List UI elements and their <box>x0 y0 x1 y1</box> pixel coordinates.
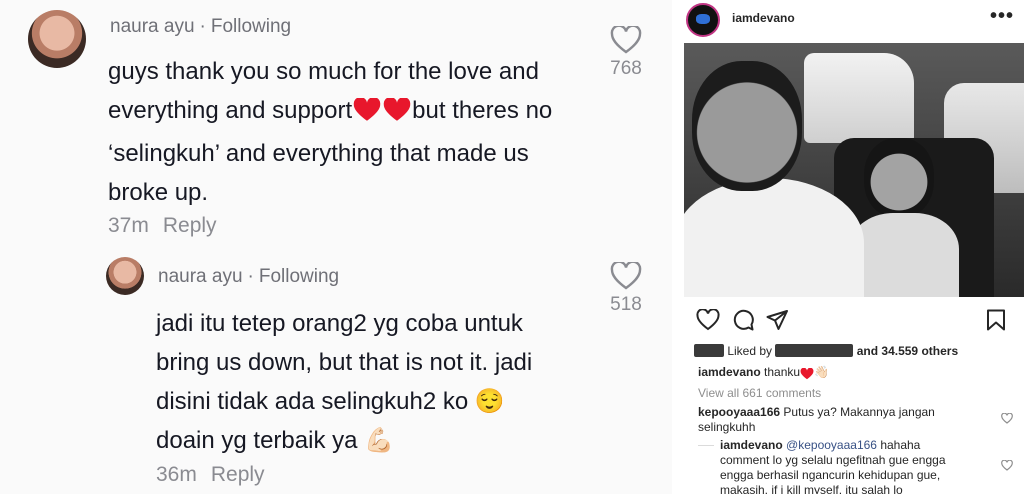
comment-line: disini tidak ada selingkuh2 ko 😌 <box>156 388 505 415</box>
comment-text: jadi itu tetep orang2 yg coba untuk brin… <box>156 304 596 460</box>
person-head <box>864 138 934 218</box>
redacted-username <box>775 344 854 357</box>
like-count: 768 <box>610 58 642 79</box>
mention-link[interactable]: @kepooyaaa166 <box>786 438 877 452</box>
share-icon[interactable] <box>766 309 788 331</box>
comment-like-icon[interactable] <box>1001 413 1013 424</box>
red-heart-icon <box>352 95 382 134</box>
comment-line: broke up. <box>108 179 209 206</box>
caption-text: thanku <box>764 365 801 379</box>
view-all-comments-link[interactable]: View all 661 comments <box>698 386 821 400</box>
comment-meta: 37m Reply <box>108 214 217 238</box>
comment-meta: 36m Reply <box>156 463 265 487</box>
person-head <box>692 61 802 191</box>
comment-line: ‘selingkuh’ and everything that made us <box>108 140 529 167</box>
relieved-face-emoji-icon: 😌 <box>474 388 505 415</box>
comment-like-icon[interactable] <box>1001 460 1013 471</box>
more-options-icon[interactable]: ••• <box>990 5 1014 28</box>
post-username[interactable]: iamdevano <box>732 11 795 25</box>
redacted-username <box>694 344 724 357</box>
post-photo[interactable] <box>684 43 1024 297</box>
liked-by-label: Liked by <box>727 344 773 358</box>
avatar[interactable] <box>106 257 144 295</box>
timestamp: 36m <box>156 463 197 486</box>
like-button[interactable]: 768 <box>596 26 656 80</box>
person-body <box>849 213 959 297</box>
separator: · <box>199 16 206 37</box>
likes-summary[interactable]: Liked by and 34.559 others <box>694 344 958 358</box>
tiktok-comments-panel: naura ayu · Following guys thank you so mu… <box>0 0 672 494</box>
following-badge: Following <box>258 266 340 287</box>
separator: · <box>247 266 254 287</box>
comment-username[interactable]: iamdevano <box>720 438 783 452</box>
comment-line: doain yg terbaik ya 💪🏻 <box>156 427 395 454</box>
post-actions-bar <box>672 305 1024 335</box>
username[interactable]: naura ayu <box>158 266 243 287</box>
comment-author-row: naura ayu · Following <box>158 266 339 288</box>
reply-thread-line <box>698 445 714 446</box>
comment-line: everything and support but theres no <box>108 91 608 134</box>
bookmark-icon[interactable] <box>986 309 1006 331</box>
caption-username[interactable]: iamdevano <box>698 365 761 379</box>
red-heart-icon <box>800 367 814 383</box>
comment-reply: iamdevano @kepooyaaa166 hahaha comment l… <box>720 438 970 494</box>
avatar[interactable] <box>686 3 720 37</box>
waving-hand-emoji-icon: 👋🏻 <box>814 365 830 379</box>
red-heart-icon <box>382 95 412 134</box>
avatar[interactable] <box>28 10 86 68</box>
comment-icon[interactable] <box>732 309 754 331</box>
heart-outline-icon <box>610 26 642 54</box>
post-header: iamdevano ••• <box>672 0 1024 40</box>
comment-author-row: naura ayu · Following <box>110 16 291 38</box>
username[interactable]: naura ayu <box>110 16 195 37</box>
heart-outline-icon <box>610 262 642 290</box>
following-badge: Following <box>210 16 292 37</box>
timestamp: 37m <box>108 214 149 237</box>
instagram-post-panel: iamdevano ••• Liked by and 34.559 others… <box>672 0 1024 494</box>
comment-text: guys thank you so much for the love and … <box>108 52 608 212</box>
post-caption: iamdevano thanku 👋🏻 <box>698 365 829 383</box>
comment-line: jadi itu tetep orang2 yg coba untuk <box>156 310 523 337</box>
comment-line: guys thank you so much for the love and <box>108 58 539 85</box>
reply-button[interactable]: Reply <box>163 214 217 237</box>
car-window <box>804 53 914 143</box>
comment-line: bring us down, but that is not it. jadi <box>156 349 533 376</box>
comment-username[interactable]: kepooyaaa166 <box>698 405 780 419</box>
comment: kepooyaaa166 Putus ya? Makannya jangan s… <box>698 405 968 435</box>
like-count: 518 <box>610 294 642 315</box>
likes-count: and 34.559 others <box>856 344 959 358</box>
like-heart-icon[interactable] <box>696 309 720 331</box>
reply-button[interactable]: Reply <box>211 463 265 486</box>
flexed-biceps-emoji-icon: 💪🏻 <box>364 427 395 454</box>
like-button[interactable]: 518 <box>596 262 656 316</box>
